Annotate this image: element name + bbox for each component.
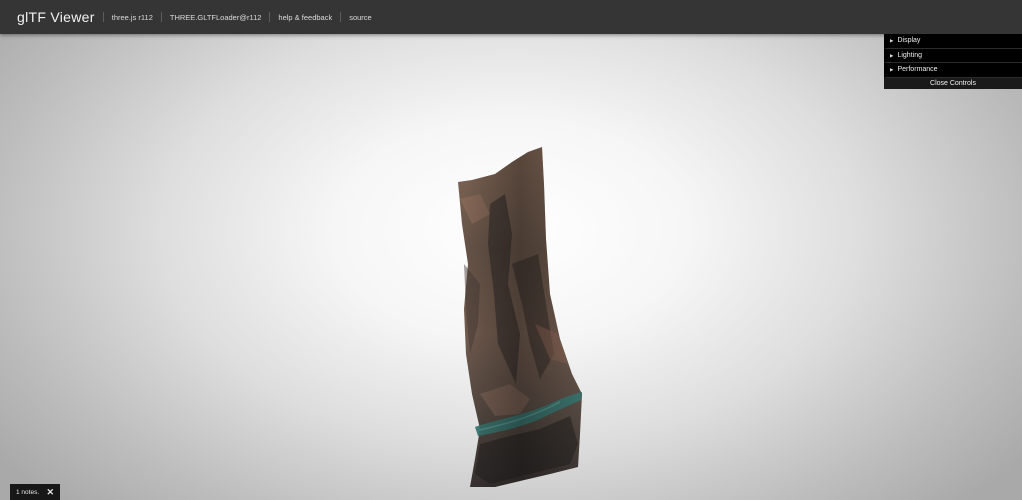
caret-right-icon: ▶ [890, 67, 894, 72]
notes-bar: 1 notes. ✕ [10, 484, 60, 500]
header-nav: three.js r112 THREE.GLTFLoader@r112 help… [102, 12, 380, 22]
notes-count: 1 notes. [16, 488, 40, 496]
caret-right-icon: ▶ [890, 52, 894, 58]
nav-link-source[interactable]: source [341, 13, 380, 22]
folder-label: Performance [897, 66, 938, 73]
app-title[interactable]: glTF Viewer [17, 9, 95, 25]
header-bar: glTF Viewer three.js r112 THREE.GLTFLoad… [0, 0, 1022, 34]
caret-right-icon: ▶ [890, 38, 894, 43]
nav-link-gltfloader-version[interactable]: THREE.GLTFLoader@r112 [162, 13, 270, 22]
terrain-model [458, 147, 582, 487]
folder-lighting[interactable]: ▶ Lighting [884, 48, 1022, 63]
folder-label: Display [897, 37, 921, 44]
folder-label: Lighting [897, 51, 922, 59]
folder-display[interactable]: ▶ Display [884, 34, 1022, 49]
folder-performance[interactable]: ▶ Performance [884, 63, 1022, 78]
close-controls-button[interactable]: Close Controls [884, 77, 1022, 89]
nav-link-threejs-version[interactable]: three.js r112 [104, 13, 161, 22]
controls-panel: ▶ Display ▶ Lighting ▶ Performance Close… [884, 34, 1022, 89]
nav-link-help-feedback[interactable]: help & feedback [270, 13, 340, 22]
close-icon[interactable]: ✕ [46, 487, 60, 498]
3d-viewport[interactable] [0, 34, 1022, 500]
